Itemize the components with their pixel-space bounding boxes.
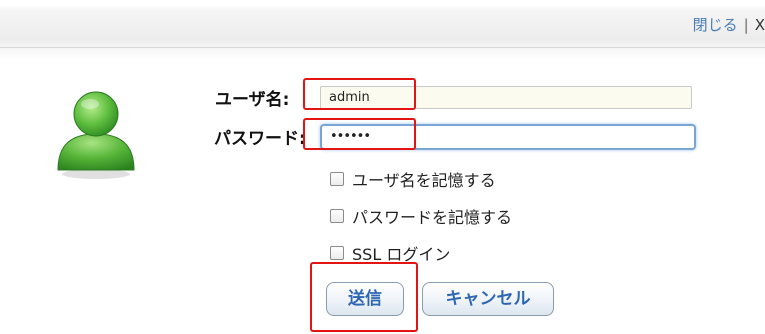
topbar-separator: | — [743, 16, 749, 34]
remember-username-label: ユーザ名を記憶する — [352, 171, 496, 190]
ssl-login-label: SSL ログイン — [352, 245, 451, 264]
cancel-button[interactable]: キャンセル — [422, 282, 554, 316]
username-label: ユーザ名: — [215, 90, 290, 110]
submit-button[interactable]: 送信 — [326, 282, 404, 316]
remember-password-option[interactable]: パスワードを記憶する — [330, 204, 512, 228]
close-x-button[interactable]: X — [755, 16, 765, 34]
ssl-login-checkbox[interactable] — [330, 246, 344, 260]
password-label: パスワード: — [214, 129, 306, 149]
remember-username-option[interactable]: ユーザ名を記憶する — [330, 167, 496, 191]
user-avatar-icon — [54, 84, 138, 180]
topbar-divider — [0, 47, 765, 48]
password-field[interactable]: •••••• — [320, 124, 696, 150]
topbar-links: 閉じる | X — [693, 14, 765, 35]
remember-password-checkbox[interactable] — [330, 209, 344, 223]
ssl-login-option[interactable]: SSL ログイン — [330, 241, 450, 265]
remember-username-checkbox[interactable] — [330, 172, 344, 186]
remember-password-label: パスワードを記憶する — [352, 208, 513, 227]
close-link[interactable]: 閉じる — [693, 16, 738, 34]
login-dialog: 閉じる | X ユーザ名: admin パスワード: •••••• ユーザ名を記… — [0, 0, 765, 334]
username-field[interactable]: admin — [320, 86, 692, 109]
